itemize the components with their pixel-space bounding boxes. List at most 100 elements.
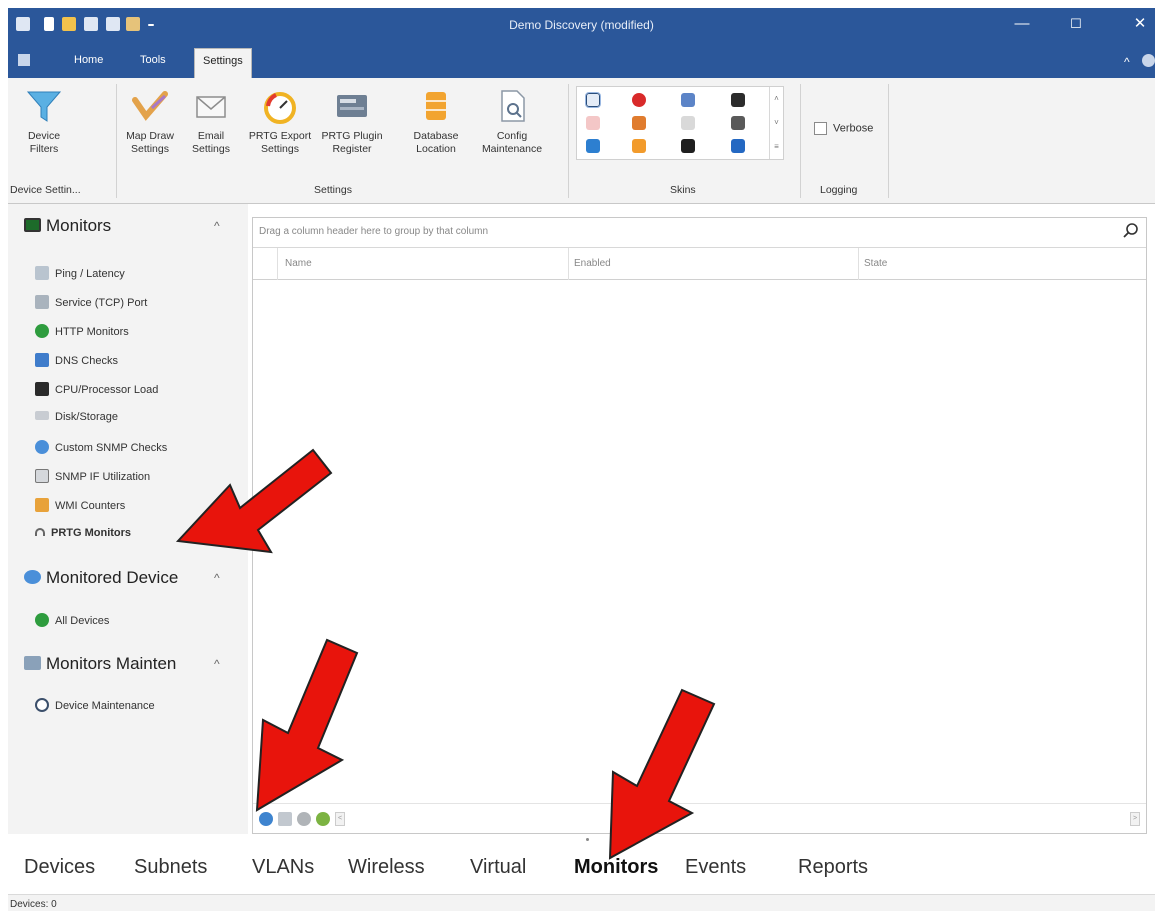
sidebar-item-label: HTTP Monitors — [55, 326, 129, 338]
skin-office-dark-icon[interactable] — [731, 93, 745, 107]
sidebar-item-label: WMI Counters — [55, 500, 126, 512]
scroll-right-button[interactable]: > — [1130, 812, 1140, 826]
monitor-chart-icon — [24, 218, 41, 232]
group-separator — [888, 84, 889, 198]
section-monitors-title: Monitors — [46, 216, 112, 235]
tab-home[interactable]: Home — [74, 54, 103, 66]
file-menu-icon[interactable] — [18, 54, 30, 66]
device-filters-label2: Filters — [29, 143, 59, 155]
search-icon[interactable] — [1122, 222, 1140, 240]
column-divider — [277, 248, 278, 280]
ribbon-tab-bar: Home Tools Settings ^ — [8, 42, 1155, 78]
config-label2: Maintenance — [481, 143, 543, 155]
sidebar-item-label: PRTG Monitors — [51, 527, 132, 539]
skin-default-icon[interactable] — [585, 92, 601, 108]
skin-office-orange-icon[interactable] — [632, 116, 646, 130]
prtg-export-label1: PRTG Export — [248, 130, 312, 142]
tab-vlans[interactable]: VLANs — [252, 856, 314, 879]
skin-office-light-icon[interactable] — [681, 116, 695, 130]
config-label1: Config — [496, 130, 528, 142]
prtg-export-settings-button[interactable]: PRTG Export Settings — [246, 88, 314, 156]
skin-office-gray-icon[interactable] — [731, 116, 745, 130]
database-location-button[interactable]: Database Location — [410, 88, 462, 156]
skins-scroll-buttons[interactable]: ˄ ˅ ≡ — [769, 87, 783, 159]
sidebar-item-all-devices[interactable]: All Devices — [35, 613, 109, 627]
sidebar-item-device-maintenance[interactable]: Device Maintenance — [35, 698, 155, 712]
skins-gallery[interactable]: ˄ ˅ ≡ — [576, 86, 784, 160]
help-icon[interactable] — [1142, 54, 1155, 67]
status-device-count: Devices: 0 — [10, 899, 57, 910]
sidebar-item-snmp-if-utilization[interactable]: SNMP IF Utilization — [35, 469, 150, 483]
skin-vs-blue-icon[interactable] — [586, 139, 600, 153]
section-monitors-maintenance[interactable]: Monitors Mainten ^ — [24, 654, 234, 674]
maximize-button[interactable]: ☐ — [1066, 14, 1086, 34]
map-draw-settings-button[interactable]: Map Draw Settings — [122, 88, 178, 156]
tab-wireless[interactable]: Wireless — [348, 856, 425, 879]
tab-settings[interactable]: Settings — [194, 48, 252, 78]
email-label1: Email — [197, 130, 225, 142]
sidebar-item-label: SNMP IF Utilization — [55, 471, 151, 483]
tab-tools[interactable]: Tools — [140, 54, 166, 66]
sidebar-item-wmi-counters[interactable]: WMI Counters — [35, 498, 125, 512]
network-port-icon — [35, 295, 49, 309]
skin-vs-dark-icon[interactable] — [681, 139, 695, 153]
sidebar-item-cpu-processor-load[interactable]: CPU/Processor Load — [35, 382, 158, 396]
verbose-label: Verbose — [833, 122, 874, 135]
sidebar-item-disk-storage[interactable]: Disk/Storage — [35, 411, 118, 423]
tab-virtual[interactable]: Virtual — [470, 856, 526, 879]
pencil-icon — [132, 88, 168, 124]
column-header-enabled[interactable]: Enabled — [574, 258, 611, 280]
column-header-state[interactable]: State — [864, 258, 887, 280]
sidebar-item-http-monitors[interactable]: HTTP Monitors — [35, 324, 129, 338]
sidebar-item-label: DNS Checks — [55, 355, 118, 367]
sidebar-item-label: CPU/Processor Load — [55, 384, 159, 396]
sidebar-item-label: All Devices — [55, 615, 110, 627]
section-monitors[interactable]: Monitors ^ — [24, 216, 224, 236]
group-separator — [800, 84, 801, 198]
tab-reports[interactable]: Reports — [798, 856, 868, 879]
sidebar-item-label: Device Maintenance — [55, 700, 155, 712]
skin-pink-icon[interactable] — [586, 116, 600, 130]
skin-red-icon[interactable] — [632, 93, 646, 107]
tools-icon — [24, 656, 41, 670]
collapse-chevron-icon[interactable]: ^ — [214, 571, 220, 585]
document-wrench-icon — [494, 88, 530, 124]
sidebar-item-ping-latency[interactable]: Ping / Latency — [35, 266, 125, 280]
sidebar-item-service-tcp-port[interactable]: Service (TCP) Port — [35, 295, 147, 309]
device-filters-button[interactable]: Device Filters — [16, 88, 72, 156]
funnel-icon — [26, 88, 62, 124]
config-maintenance-button[interactable]: Config Maintenance — [478, 88, 546, 156]
collapse-chevron-icon[interactable]: ^ — [214, 219, 220, 233]
sidebar-item-dns-checks[interactable]: DNS Checks — [35, 353, 118, 367]
cloud-device-icon — [24, 570, 41, 584]
skin-office-blue-icon[interactable] — [681, 93, 695, 107]
cpu-icon — [35, 382, 49, 396]
section-monitored-device[interactable]: Monitored Device ^ — [24, 568, 234, 588]
verbose-checkbox[interactable]: Verbose — [814, 122, 873, 135]
group-label-skins: Skins — [670, 184, 696, 196]
group-label-device-settings: Device Settin... — [10, 184, 81, 196]
windows-logo-icon — [35, 498, 49, 512]
verbose-checkbox-box[interactable] — [814, 122, 827, 135]
sidebar-item-custom-snmp-checks[interactable]: Custom SNMP Checks — [35, 440, 167, 454]
ribbon-collapse-button[interactable]: ^ — [1124, 55, 1130, 69]
sidebar-item-label: Custom SNMP Checks — [55, 442, 168, 454]
close-button[interactable]: ✕ — [1130, 14, 1150, 34]
group-panel[interactable]: Drag a column header here to group by th… — [253, 218, 1146, 248]
annotation-arrow-monitors-tab — [608, 688, 716, 860]
section-maintenance-title: Monitors Mainten — [46, 654, 177, 673]
column-header-name[interactable]: Name — [285, 258, 312, 280]
prtg-plugin-label2: Register — [332, 143, 372, 155]
email-settings-button[interactable]: Email Settings — [188, 88, 234, 156]
prtg-plugin-register-button[interactable]: PRTG Plugin Register — [318, 88, 386, 156]
tab-subnets[interactable]: Subnets — [134, 856, 207, 879]
skin-office-blue2-icon[interactable] — [731, 139, 745, 153]
sidebar-item-label: Ping / Latency — [55, 268, 125, 280]
minimize-button[interactable]: — — [1012, 14, 1032, 34]
sidebar-item-prtg-monitors[interactable]: PRTG Monitors — [35, 527, 131, 539]
skin-vs-orange-icon[interactable] — [632, 139, 646, 153]
tab-devices[interactable]: Devices — [24, 856, 95, 879]
active-tab-indicator — [586, 838, 589, 841]
collapse-chevron-icon[interactable]: ^ — [214, 657, 220, 671]
people-network-icon — [35, 353, 49, 367]
